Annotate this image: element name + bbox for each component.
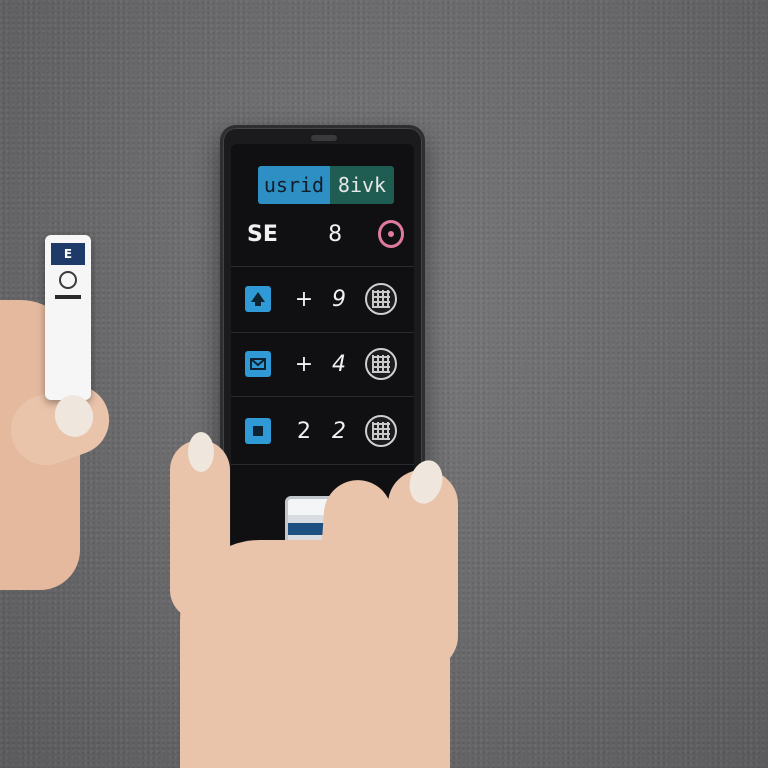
remote-button[interactable]: [59, 271, 77, 289]
dial-icon[interactable]: [365, 283, 397, 315]
row-value: 9: [332, 286, 346, 312]
top-row: SE 8: [247, 214, 404, 254]
box-icon: [245, 418, 271, 444]
row-operator: 2: [297, 418, 311, 444]
divider: [231, 266, 414, 267]
divider: [231, 396, 414, 397]
top-number: 8: [328, 221, 343, 247]
record-ring-icon[interactable]: [377, 220, 404, 248]
list-item[interactable]: 2 2: [245, 406, 404, 456]
list-item[interactable]: + 9: [245, 274, 404, 324]
arrow-up-icon: [245, 286, 271, 312]
divider: [231, 464, 414, 465]
right-thumb: [313, 477, 395, 663]
phone-speaker: [311, 135, 337, 141]
divider: [231, 332, 414, 333]
dial-icon[interactable]: [365, 415, 397, 447]
row-operator: +: [294, 351, 314, 377]
remote-device[interactable]: E: [45, 235, 91, 400]
mail-icon: [245, 351, 271, 377]
brand-glyph: SE: [247, 221, 278, 247]
header-bar: usrid 8ivk: [258, 166, 394, 204]
right-index-nail: [188, 432, 214, 472]
remote-label: E: [51, 243, 85, 265]
list-item[interactable]: + 4: [245, 339, 404, 389]
row-value: 4: [332, 351, 346, 377]
header-right-label: 8ivk: [330, 166, 394, 204]
dial-icon[interactable]: [365, 348, 397, 380]
remote-bar: [55, 295, 81, 299]
header-left-label: usrid: [258, 166, 330, 204]
row-value: 2: [332, 418, 346, 444]
row-operator: +: [294, 286, 314, 312]
